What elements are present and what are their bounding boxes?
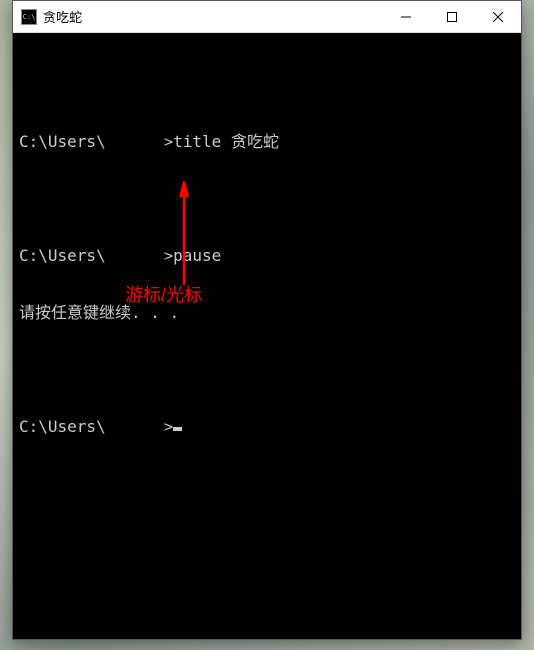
terminal-line: C:\Users\██████>title 贪吃蛇 xyxy=(19,132,515,151)
terminal-area[interactable]: C:\Users\██████>title 贪吃蛇 C:\Users\█████… xyxy=(13,33,521,535)
redacted-username: ██████ xyxy=(106,417,164,436)
prompt-prefix: C:\Users\ xyxy=(19,132,106,151)
redacted-username: ██████ xyxy=(106,132,164,151)
command-text: title 贪吃蛇 xyxy=(173,132,279,151)
prompt-prefix: C:\Users\ xyxy=(19,417,106,436)
blank-line xyxy=(19,189,515,208)
maximize-button[interactable] xyxy=(429,1,475,32)
redacted-username: ██████ xyxy=(106,246,164,265)
blank-line xyxy=(19,75,515,94)
prompt-suffix: > xyxy=(164,132,174,151)
maximize-icon xyxy=(447,12,457,22)
cmd-window: C:\ 贪吃蛇 C:\Users\██████>title 贪吃蛇 C:\Use… xyxy=(12,0,522,640)
close-icon xyxy=(493,12,503,22)
pause-message: 请按任意键继续. . . xyxy=(19,303,515,322)
blank-line xyxy=(19,360,515,379)
close-button[interactable] xyxy=(475,1,521,32)
terminal-line: C:\Users\██████> xyxy=(19,417,515,436)
titlebar[interactable]: C:\ 贪吃蛇 xyxy=(13,1,521,33)
cmd-icon: C:\ xyxy=(21,9,37,25)
prompt-suffix: > xyxy=(164,417,174,436)
terminal-line: C:\Users\██████>pause xyxy=(19,246,515,265)
command-text: pause xyxy=(173,246,221,265)
minimize-icon xyxy=(401,12,411,22)
prompt-suffix: > xyxy=(164,246,174,265)
window-controls xyxy=(383,1,521,32)
prompt-prefix: C:\Users\ xyxy=(19,246,106,265)
window-title: 贪吃蛇 xyxy=(43,7,383,26)
minimize-button[interactable] xyxy=(383,1,429,32)
cursor xyxy=(173,427,182,431)
